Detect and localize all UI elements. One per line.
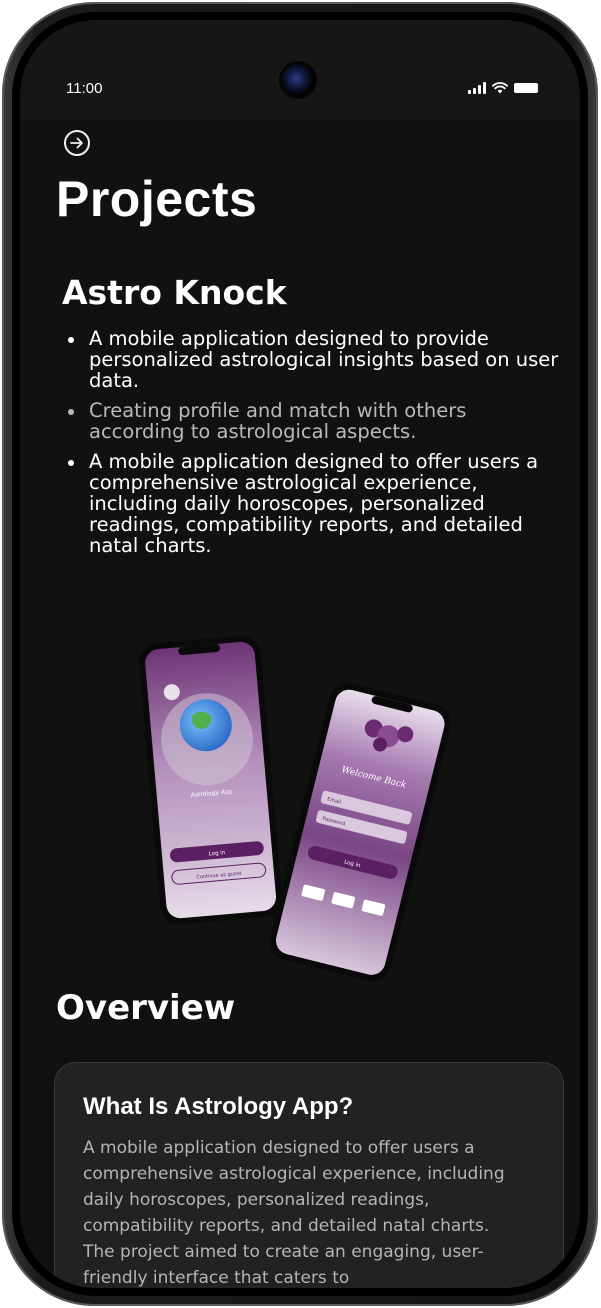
status-time: 11:00: [66, 80, 103, 97]
project-name: Astro Knock: [62, 273, 287, 312]
project-bullet: A mobile application designed to provide…: [64, 328, 564, 391]
phone-screen: 11:00 Projects Astro Knock A mobile appl…: [20, 20, 580, 1288]
arrow-right-circle-icon[interactable]: [64, 130, 90, 156]
wifi-icon: [492, 82, 508, 94]
project-bullet: A mobile application designed to offer u…: [64, 451, 564, 556]
project-bullet: Creating profile and match with others a…: [64, 400, 564, 442]
cellular-signal-icon: [468, 82, 486, 94]
overview-card-text: A mobile application designed to offer u…: [83, 1138, 505, 1288]
page-title: Projects: [56, 171, 258, 227]
status-bar: 11:00: [20, 20, 580, 120]
phone-bezel: 11:00 Projects Astro Knock A mobile appl…: [12, 12, 588, 1296]
project-bullet-list: A mobile application designed to provide…: [64, 328, 564, 565]
overview-card-title: What Is Astrology App?: [83, 1093, 354, 1120]
front-camera: [282, 64, 314, 96]
app-mockup-image: Astrology App Log in Continue as guest W…: [139, 635, 450, 982]
status-icons: [468, 82, 538, 94]
overview-card: What Is Astrology App? A mobile applicat…: [54, 1062, 564, 1288]
battery-icon: [514, 83, 538, 93]
left-phone-mockup: Astrology App Log in Continue as guest: [139, 635, 283, 925]
right-phone-mockup: Welcome Back Email Password Log in: [269, 683, 450, 982]
phone-frame: 11:00 Projects Astro Knock A mobile appl…: [2, 2, 598, 1306]
overview-heading: Overview: [56, 988, 236, 1028]
